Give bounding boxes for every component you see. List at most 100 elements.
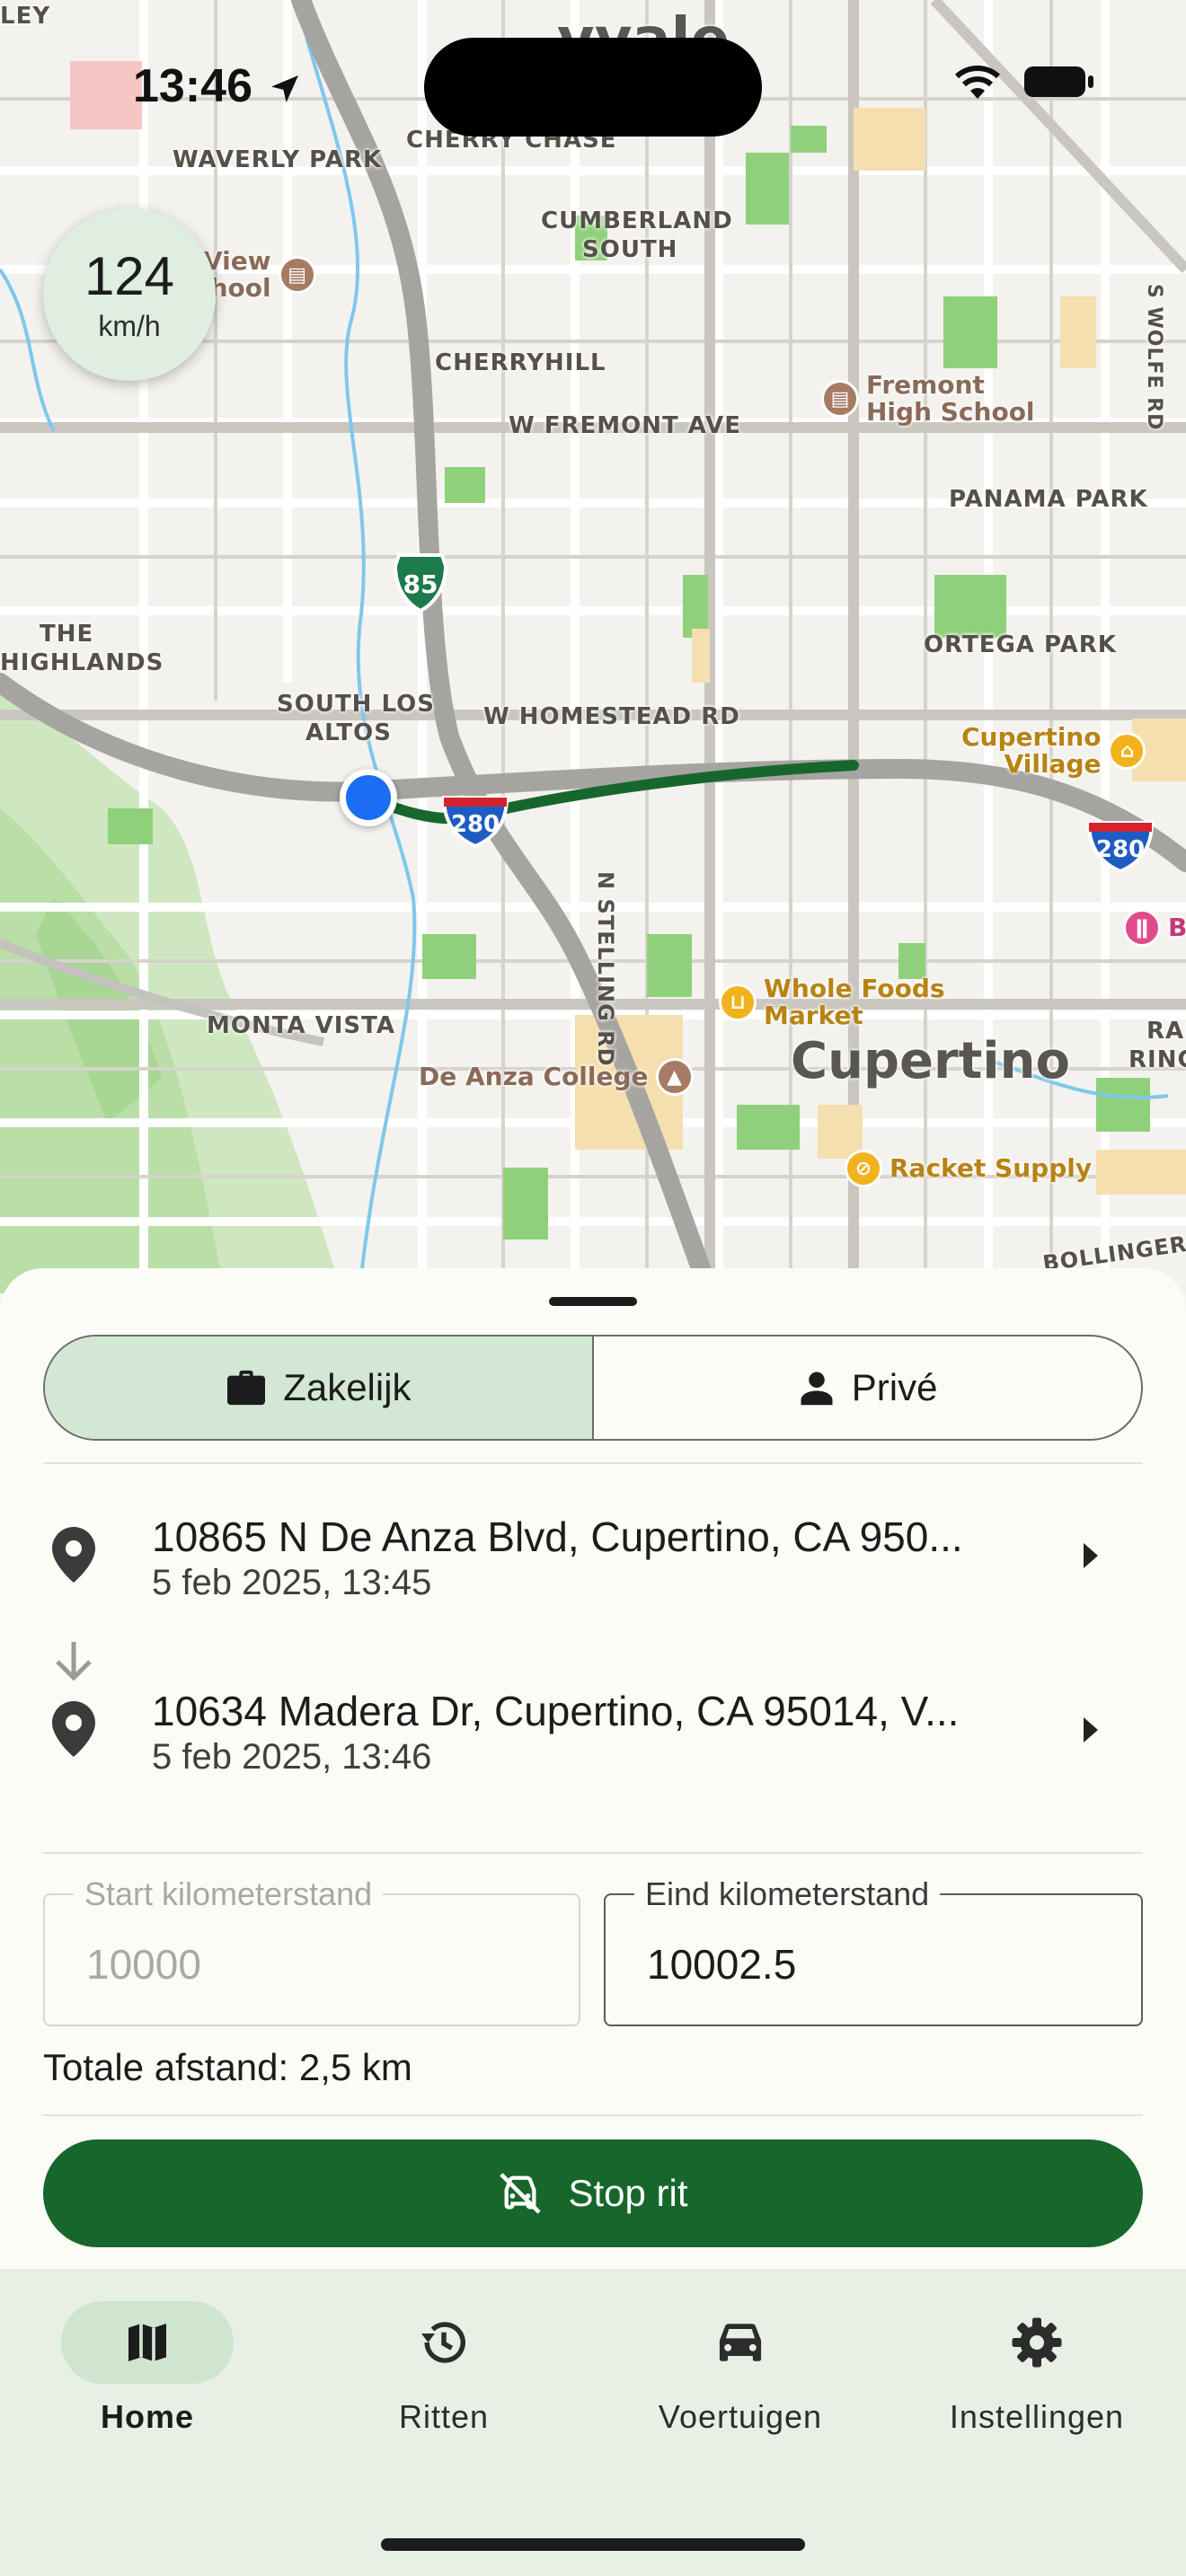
racket-icon: ⊘ <box>845 1150 882 1187</box>
tab-ritten[interactable]: Ritten <box>327 2301 561 2436</box>
map-label-stelling-rd: N STELLING RD <box>593 871 618 1067</box>
trip-type-business-button[interactable]: Zakelijk <box>45 1337 592 1439</box>
poi-view-school-line2: hool <box>209 273 271 303</box>
map-label-ortega-park: ORTEGA PARK <box>924 631 1117 658</box>
tab-voertuigen-icon-wrap <box>654 2301 827 2384</box>
tab-home[interactable]: Home <box>31 2301 264 2436</box>
poi-racket-supply[interactable]: ⊘ Racket Supply <box>845 1150 1092 1187</box>
map-label-south-los: SOUTH LOS <box>277 691 435 718</box>
end-odometer-value: 10002.5 <box>647 1941 797 1988</box>
battery-icon <box>1024 66 1093 97</box>
poi-de-anza-college[interactable]: De Anza College ▲ <box>419 1058 694 1096</box>
map-label-rinc: RINC <box>1128 1046 1186 1073</box>
end-location-row[interactable]: 10634 Madera Dr, Cupertino, CA 95014, V.… <box>43 1676 1143 1784</box>
tab-instellingen[interactable]: Instellingen <box>920 2301 1154 2436</box>
poi-fremont-high-school[interactable]: ▤ Fremont High School <box>821 372 1035 426</box>
location-arrow-icon <box>271 75 299 103</box>
grocery-icon: ⊔ <box>719 984 757 1021</box>
map-label-the: THE <box>40 621 94 648</box>
tab-home-indicator <box>61 2301 234 2384</box>
start-location-row[interactable]: 10865 N De Anza Blvd, Cupertino, CA 950.… <box>43 1502 1143 1610</box>
speed-badge: 124 km/h <box>43 208 216 381</box>
sheet-drag-handle[interactable] <box>549 1297 637 1306</box>
tab-home-label: Home <box>100 2398 195 2435</box>
speed-unit: km/h <box>98 309 161 342</box>
map-label-cherryhill: CHERRYHILL <box>435 349 606 376</box>
car-icon <box>719 2324 762 2361</box>
poi-view-school[interactable]: View hool ▤ <box>203 248 316 302</box>
poi-fremont-line1: Fremont <box>866 370 985 400</box>
stop-trip-button[interactable]: Stop rit <box>43 2139 1143 2247</box>
map-label-altos: ALTOS <box>305 719 392 746</box>
map-label-cumberland-south: SOUTH <box>582 236 678 263</box>
interstate-280-shield-a: 280 <box>440 794 510 852</box>
poi-cupertino-village[interactable]: Cupertino Village ⌂ <box>961 724 1146 778</box>
poi-fremont-line2: High School <box>866 397 1035 427</box>
map-label-cupertino: Cupertino <box>791 1032 1070 1090</box>
map-label-fremont-ave: W FREMONT AVE <box>509 412 742 439</box>
end-odometer-field[interactable]: Eind kilometerstand 10002.5 <box>604 1875 1143 2026</box>
tab-voertuigen[interactable]: Voertuigen <box>624 2301 857 2436</box>
map-view[interactable]: yvale LEY WAVERLY PARK CHERRY CHASE CUMB… <box>0 0 1186 1293</box>
divider <box>43 1462 1143 1464</box>
map-label-ley: LEY <box>0 3 51 30</box>
car-off-icon <box>500 2173 542 2214</box>
map-label-highlands: HIGHLANDS <box>0 649 164 676</box>
wifi-icon <box>954 66 1001 99</box>
home-indicator[interactable] <box>381 2538 805 2551</box>
end-odometer-label: Eind kilometerstand <box>634 1875 941 1913</box>
trip-sheet: Zakelijk Privé 10865 N De Anza Blvd, Cup… <box>0 1268 1186 2276</box>
start-address: 10865 N De Anza Blvd, Cupertino, CA 950.… <box>152 1513 963 1560</box>
poi-restaurant[interactable]: ǁ B <box>1123 909 1186 947</box>
poi-de-anza-label: De Anza College <box>419 1062 649 1091</box>
restaurant-icon: ǁ <box>1123 909 1161 947</box>
shopping-icon: ⌂ <box>1108 732 1146 770</box>
trip-type-private-label: Privé <box>851 1366 938 1408</box>
school-icon: ▤ <box>821 380 859 418</box>
highway-85-label: 85 <box>403 569 438 599</box>
speed-value: 124 <box>84 245 175 306</box>
trip-type-private-button[interactable]: Privé <box>594 1337 1141 1439</box>
dynamic-island <box>424 38 762 137</box>
history-icon <box>421 2322 465 2363</box>
interstate-280-label-b: 280 <box>1096 836 1145 863</box>
location-pin-icon <box>52 1527 95 1583</box>
poi-whole-foods-line2: Market <box>764 1001 863 1030</box>
poi-view-school-line1: View <box>203 246 271 276</box>
tab-instellingen-icon-wrap <box>951 2301 1123 2384</box>
current-location-marker <box>340 769 397 826</box>
total-distance: Totale afstand: 2,5 km <box>43 2046 412 2088</box>
map-label-cumberland: CUMBERLAND <box>541 207 733 234</box>
status-time-text: 13:46 <box>133 60 252 112</box>
poi-racket-supply-label: Racket Supply <box>890 1153 1093 1183</box>
tab-voertuigen-label: Voertuigen <box>658 2398 823 2435</box>
start-odometer-field[interactable]: Start kilometerstand 10000 <box>43 1875 580 2026</box>
map-label-panama-park: PANAMA PARK <box>949 486 1148 513</box>
chevron-right-icon <box>1084 1543 1098 1568</box>
briefcase-icon <box>227 1370 266 1406</box>
status-time: 13:46 <box>133 59 303 113</box>
end-datetime: 5 feb 2025, 13:46 <box>152 1737 432 1777</box>
tab-ritten-label: Ritten <box>398 2398 490 2435</box>
highway-85-shield: 85 <box>392 551 449 617</box>
map-icon <box>128 2324 166 2361</box>
poi-whole-foods[interactable]: ⊔ Whole Foods Market <box>719 975 945 1029</box>
stop-trip-label: Stop rit <box>568 2172 688 2214</box>
interstate-280-label-a: 280 <box>451 811 500 838</box>
person-icon <box>801 1372 833 1406</box>
chevron-right-icon <box>1084 1717 1098 1742</box>
divider <box>43 2114 1143 2116</box>
trip-type-segmented-control: Zakelijk Privé <box>43 1335 1143 1441</box>
poi-restaurant-label: B <box>1168 913 1186 942</box>
map-label-waverly-park: WAVERLY PARK <box>173 146 383 173</box>
start-odometer-placeholder: 10000 <box>86 1941 201 1988</box>
divider <box>43 1852 1143 1854</box>
school-icon: ▤ <box>278 256 316 294</box>
location-pin-icon <box>52 1701 95 1757</box>
gear-icon <box>1012 2317 1062 2368</box>
interstate-280-shield-b: 280 <box>1085 819 1155 878</box>
graduation-cap-icon: ▲ <box>655 1058 694 1096</box>
trip-type-business-label: Zakelijk <box>283 1366 412 1408</box>
end-address: 10634 Madera Dr, Cupertino, CA 95014, V.… <box>152 1688 960 1734</box>
map-label-wolfe-rd: S WOLFE RD <box>1143 284 1165 431</box>
